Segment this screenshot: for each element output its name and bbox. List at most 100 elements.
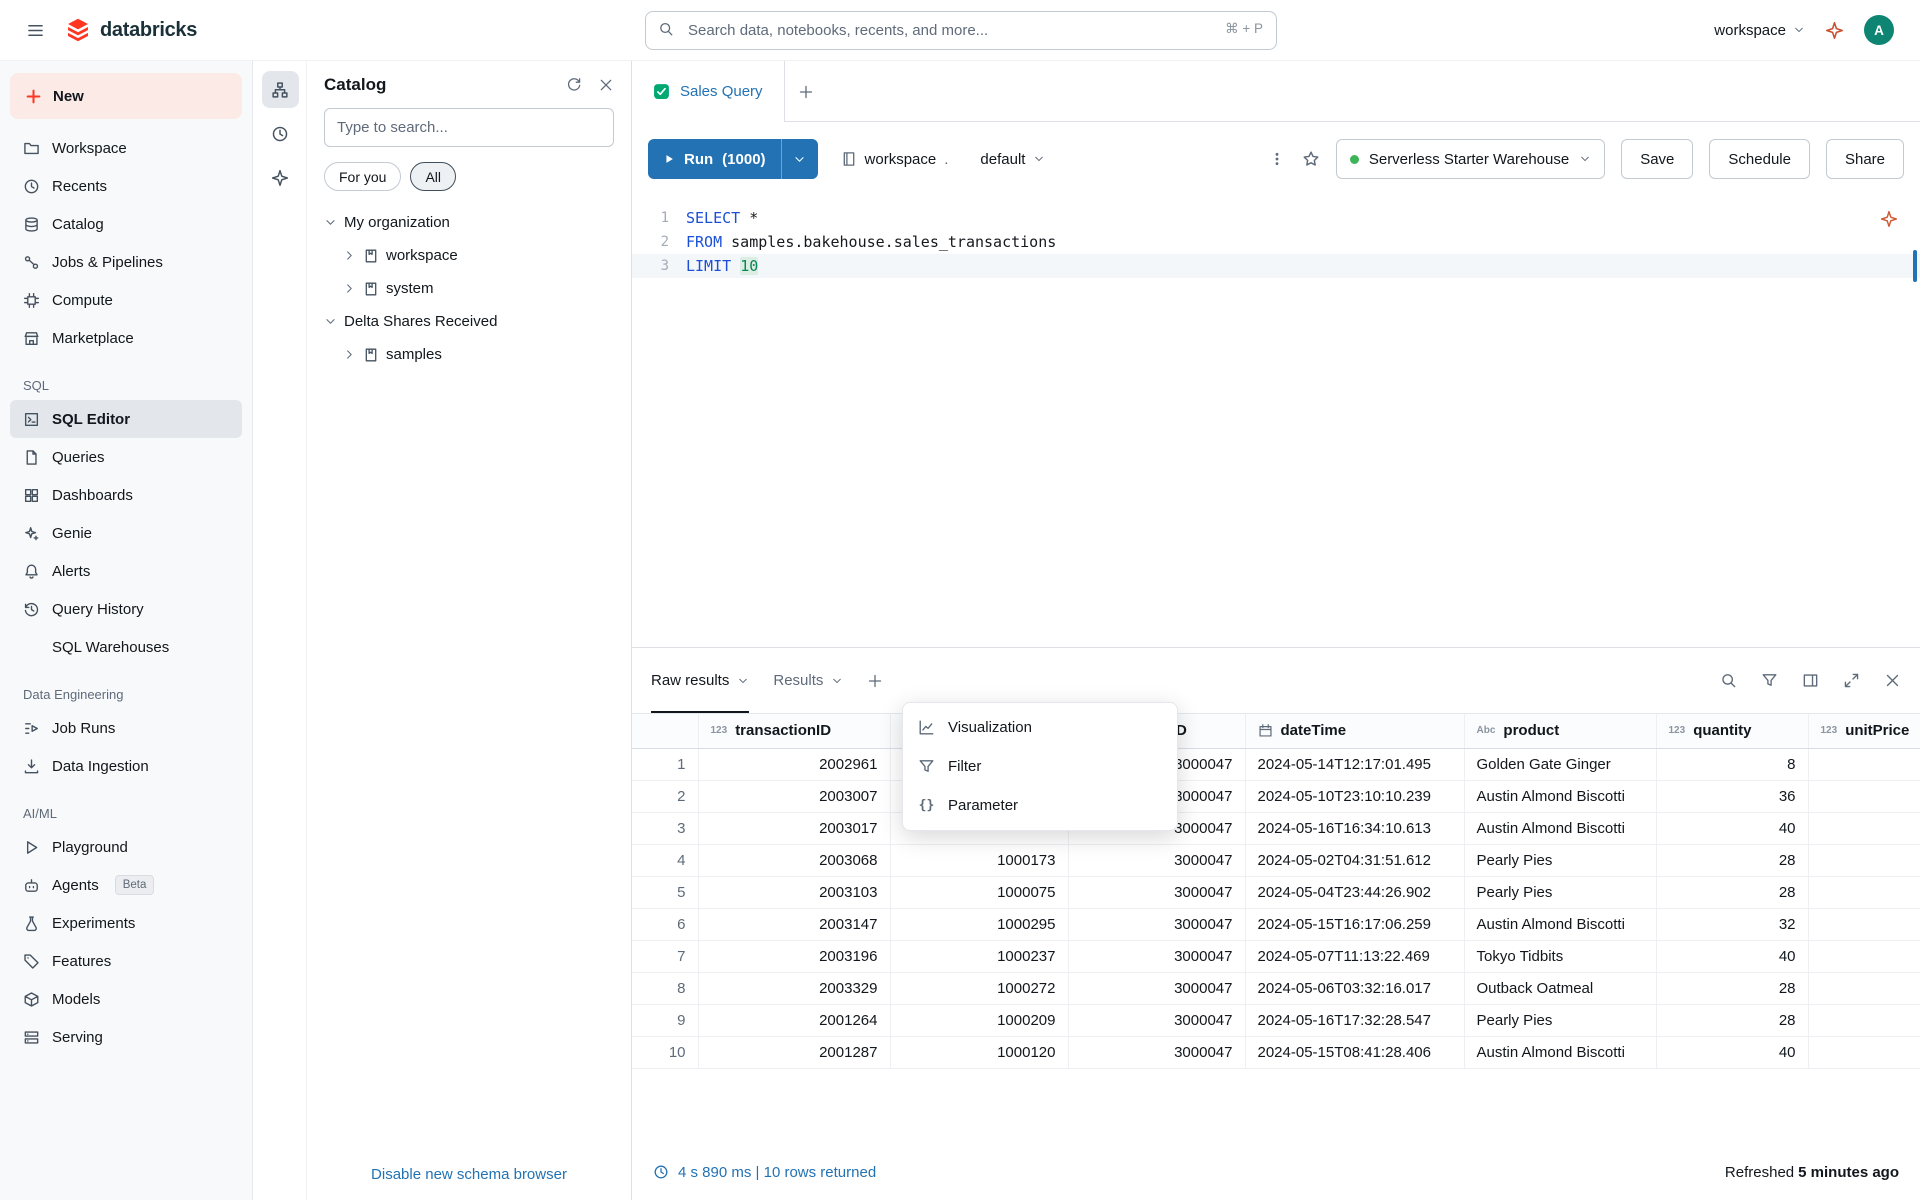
search-icon — [658, 21, 674, 37]
tab-sales-query[interactable]: Sales Query — [632, 61, 785, 122]
sidebar-item-features[interactable]: Features — [10, 942, 242, 980]
fullscreen-results-button[interactable] — [1843, 672, 1860, 689]
sidebar-item-label: Playground — [52, 839, 128, 856]
logo-text: databricks — [100, 19, 197, 42]
menu-item-filter[interactable]: Filter — [903, 747, 1177, 786]
code-text: LIMIT 10 — [686, 254, 758, 278]
disable-schema-browser-link[interactable]: Disable new schema browser — [307, 1166, 631, 1183]
sql-code-editor[interactable]: 1SELECT *2FROM samples.bakehouse.sales_t… — [632, 196, 1920, 647]
column-header-quantity[interactable]: 123quantity — [1656, 714, 1808, 748]
column-header-product[interactable]: Abcproduct — [1464, 714, 1656, 748]
new-query-tab-button[interactable] — [798, 84, 814, 100]
search-results-button[interactable] — [1720, 672, 1737, 689]
tree-item-samples[interactable]: samples — [307, 338, 631, 371]
filter-results-button[interactable] — [1761, 672, 1778, 689]
sidebar-section-label-data-engineering: Data Engineering — [10, 666, 242, 709]
cell-transactionid: 2003147 — [698, 908, 890, 940]
sidebar-item-workspace[interactable]: Workspace — [10, 129, 242, 167]
code-text: SELECT * — [686, 206, 758, 230]
sidebar-item-playground[interactable]: Playground — [10, 828, 242, 866]
cell-product: Pearly Pies — [1464, 844, 1656, 876]
table-row: 1200296130000472024-05-14T12:17:01.495Go… — [632, 748, 1920, 780]
tree-item-system[interactable]: system — [307, 272, 631, 305]
tree-group-delta-shares-received[interactable]: Delta Shares Received — [307, 305, 631, 338]
workspace-menu[interactable]: workspace — [1714, 22, 1805, 39]
filter-chip-all[interactable]: All — [410, 162, 456, 191]
catalog-schema-selector[interactable]: workspace . default — [841, 151, 1046, 168]
cell-unitprice — [1808, 812, 1920, 844]
table-row: 72003196100023730000472024-05-07T11:13:2… — [632, 940, 1920, 972]
menu-item-visualization[interactable]: Visualization — [903, 708, 1177, 747]
query-timing: 4 s 890 ms | 10 rows returned — [653, 1164, 876, 1181]
run-options-button[interactable] — [781, 139, 818, 179]
cell-datetime: 2024-05-04T23:44:26.902 — [1245, 876, 1464, 908]
global-search-input[interactable] — [645, 11, 1277, 50]
sidebar-item-recents[interactable]: Recents — [10, 167, 242, 205]
catalog-search-input[interactable] — [324, 108, 614, 147]
close-results-button[interactable] — [1884, 672, 1901, 689]
history-rail-button[interactable] — [262, 115, 299, 152]
sidebar-item-dashboards[interactable]: Dashboards — [10, 476, 242, 514]
sidebar-item-query-history[interactable]: Query History — [10, 590, 242, 628]
new-button[interactable]: New — [10, 73, 242, 119]
sidebar-item-job-runs[interactable]: Job Runs — [10, 709, 242, 747]
filter-chip-for-you[interactable]: For you — [324, 162, 401, 191]
tree-group-my-organization[interactable]: My organization — [307, 206, 631, 239]
avatar[interactable]: A — [1864, 15, 1894, 45]
column-header-unitprice[interactable]: 123unitPrice — [1808, 714, 1920, 748]
history-icon — [23, 601, 40, 618]
assistant-button[interactable] — [1825, 21, 1844, 40]
column-header-datetime[interactable]: dateTime — [1245, 714, 1464, 748]
cell-quantity: 28 — [1656, 1004, 1808, 1036]
warehouse-icon — [956, 151, 972, 167]
schema-browser-rail-button[interactable] — [262, 71, 299, 108]
editor-assistant-button[interactable] — [1880, 210, 1898, 232]
selected-schema: default — [980, 151, 1025, 168]
close-catalog-button[interactable] — [598, 77, 614, 93]
share-button[interactable]: Share — [1826, 139, 1904, 179]
sidebar-item-serving[interactable]: Serving — [10, 1018, 242, 1056]
sidebar-item-jobs-pipelines[interactable]: Jobs & Pipelines — [10, 243, 242, 281]
sidebar-item-compute[interactable]: Compute — [10, 281, 242, 319]
favorite-button[interactable] — [1302, 150, 1320, 168]
sidebar-item-label: Queries — [52, 449, 105, 466]
sidebar-item-agents[interactable]: AgentsBeta — [10, 866, 242, 904]
catalog-panel-title: Catalog — [324, 75, 386, 95]
sidebar-item-sql-editor[interactable]: SQL Editor — [10, 400, 242, 438]
menu-item-parameter[interactable]: {}Parameter — [903, 786, 1177, 825]
column-header-transactionid[interactable]: 123transactionID — [698, 714, 890, 748]
run-button[interactable]: Run (1000) — [648, 139, 781, 179]
more-options-button[interactable] — [1268, 150, 1286, 168]
results-table: 123transactionID123customerID123franchis… — [632, 714, 1920, 1069]
sidebar-item-marketplace[interactable]: Marketplace — [10, 319, 242, 357]
sidebar-item-data-ingestion[interactable]: Data Ingestion — [10, 747, 242, 785]
sqleditor-icon — [23, 411, 40, 428]
save-button[interactable]: Save — [1621, 139, 1693, 179]
sidebar-item-sql-warehouses[interactable]: SQL Warehouses — [10, 628, 242, 666]
warehouse-selector[interactable]: Serverless Starter Warehouse — [1336, 139, 1605, 179]
sidebar-item-genie[interactable]: Genie — [10, 514, 242, 552]
editor-scrollbar-marker[interactable] — [1913, 250, 1917, 282]
sidebar-item-label: Features — [52, 953, 111, 970]
tab-raw-results[interactable]: Raw results — [651, 648, 749, 713]
sidebar-item-experiments[interactable]: Experiments — [10, 904, 242, 942]
tab-results[interactable]: Results — [773, 648, 843, 713]
refresh-catalog-button[interactable] — [566, 77, 582, 93]
braces-icon: {} — [918, 797, 935, 814]
tree-item-workspace[interactable]: workspace — [307, 239, 631, 272]
results-footer: 4 s 890 ms | 10 rows returned Refreshed5… — [632, 1144, 1920, 1200]
assistant-rail-button[interactable] — [262, 159, 299, 196]
dashboard-icon — [23, 487, 40, 504]
databricks-logo[interactable]: databricks — [65, 17, 197, 43]
close-icon — [598, 77, 614, 93]
cell-franchiseid: 3000047 — [1068, 940, 1245, 972]
sidebar-item-models[interactable]: Models — [10, 980, 242, 1018]
add-results-panel-button[interactable] — [867, 673, 883, 689]
toggle-panel-button[interactable] — [1802, 672, 1819, 689]
sidebar-toggle-button[interactable] — [26, 21, 45, 40]
line-number: 2 — [632, 230, 686, 254]
schedule-button[interactable]: Schedule — [1709, 139, 1810, 179]
sidebar-item-queries[interactable]: Queries — [10, 438, 242, 476]
sidebar-item-catalog[interactable]: Catalog — [10, 205, 242, 243]
sidebar-item-alerts[interactable]: Alerts — [10, 552, 242, 590]
